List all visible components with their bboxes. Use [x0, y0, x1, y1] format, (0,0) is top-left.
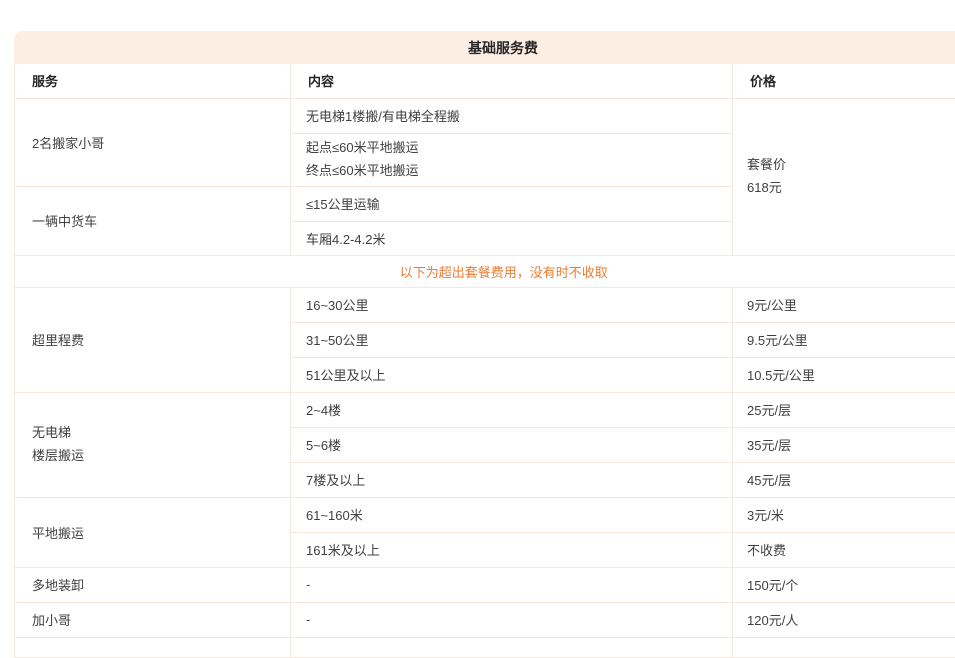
table-row: 2名搬家小哥 无电梯1楼搬/有电梯全程搬 套餐价 618元	[15, 98, 955, 133]
cell-price: 35元/层	[733, 427, 955, 462]
cell-empty	[733, 637, 955, 657]
cell-service-movers: 2名搬家小哥	[15, 98, 291, 186]
cell-service-flat: 平地搬运	[15, 497, 291, 567]
cell-price: 25元/层	[733, 392, 955, 427]
cell-service-floors: 无电梯 楼层搬运	[15, 392, 291, 497]
column-header-content: 内容	[291, 64, 733, 98]
cell-price: 10.5元/公里	[733, 357, 955, 392]
cell-content-elevator: 无电梯1楼搬/有电梯全程搬	[291, 98, 733, 133]
cell-price: 9.5元/公里	[733, 322, 955, 357]
cell-service-extra-mover: 加小哥	[15, 602, 291, 637]
cell-content: 7楼及以上	[291, 462, 733, 497]
cell-service-mileage: 超里程费	[15, 287, 291, 392]
cell-price: 不收费	[733, 532, 955, 567]
column-header-price: 价格	[733, 64, 955, 98]
cell-content: -	[291, 567, 733, 602]
cell-price: 3元/米	[733, 497, 955, 532]
cell-content: 51公里及以上	[291, 357, 733, 392]
column-header-service: 服务	[15, 64, 291, 98]
cell-content-transport: ≤15公里运输	[291, 186, 733, 221]
cell-content: 5~6楼	[291, 427, 733, 462]
cell-service-truck: 一辆中货车	[15, 186, 291, 255]
cell-content: 61~160米	[291, 497, 733, 532]
table-row: 超里程费 16~30公里 9元/公里	[15, 287, 955, 322]
table-row: 无电梯 楼层搬运 2~4楼 25元/层	[15, 392, 955, 427]
cell-service-multi-stop: 多地装卸	[15, 567, 291, 602]
table-row-cutoff	[15, 637, 955, 657]
cell-price: 9元/公里	[733, 287, 955, 322]
cell-price: 120元/人	[733, 602, 955, 637]
cell-content: 31~50公里	[291, 322, 733, 357]
surcharge-notice: 以下为超出套餐费用，没有时不收取	[15, 255, 955, 287]
cell-content-cargo-box: 车厢4.2-4.2米	[291, 221, 733, 255]
cell-price: 45元/层	[733, 462, 955, 497]
cell-content: -	[291, 602, 733, 637]
cell-price: 150元/个	[733, 567, 955, 602]
base-service-fee-table: 服务 内容 价格 2名搬家小哥 无电梯1楼搬/有电梯全程搬 套餐价 618元 起…	[14, 64, 955, 658]
table-title: 基础服务费	[468, 38, 538, 58]
pricing-table-card: 基础服务费 服务 内容 价格 2名搬家小哥 无电梯1楼搬/有电梯全程搬 套餐价 …	[14, 31, 955, 658]
cell-content-flat-carry: 起点≤60米平地搬运 终点≤60米平地搬运	[291, 133, 733, 186]
table-row: 平地搬运 61~160米 3元/米	[15, 497, 955, 532]
column-header-row: 服务 内容 价格	[15, 64, 955, 98]
cell-empty	[291, 637, 733, 657]
cell-content: 161米及以上	[291, 532, 733, 567]
cell-content: 2~4楼	[291, 392, 733, 427]
notice-row: 以下为超出套餐费用，没有时不收取	[15, 255, 955, 287]
table-title-banner: 基础服务费	[14, 31, 955, 64]
cell-empty	[15, 637, 291, 657]
table-row: 加小哥 - 120元/人	[15, 602, 955, 637]
cell-content: 16~30公里	[291, 287, 733, 322]
table-row: 多地装卸 - 150元/个	[15, 567, 955, 602]
cell-package-price: 套餐价 618元	[733, 98, 955, 255]
